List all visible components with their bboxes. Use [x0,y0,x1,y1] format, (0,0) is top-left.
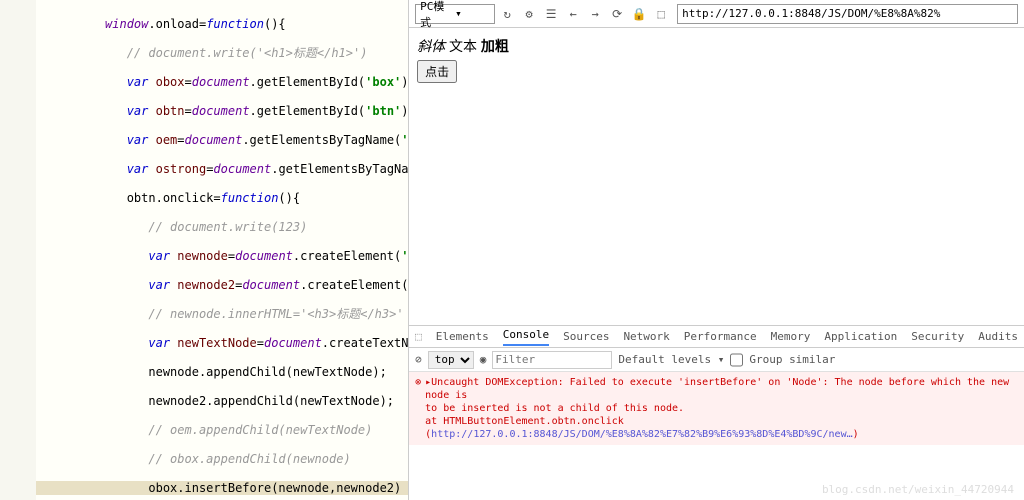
error-icon: ⊗ [415,376,421,441]
tab-audits[interactable]: Audits [978,330,1018,343]
tab-console[interactable]: Console [503,328,549,346]
strong-text: 加粗 [481,39,509,55]
click-button[interactable]: 点击 [417,60,457,83]
plain-text: 文本 [449,39,477,55]
gear-icon[interactable]: ⚙ [519,4,539,24]
tab-elements[interactable]: Elements [436,330,489,343]
em-text: 斜体 [417,39,445,55]
popout-icon[interactable]: ⬚ [651,4,671,24]
browser-toolbar: PC模式▾ ↻ ⚙ ☰ ← → ⟳ 🔒 ⬚ http://127.0.0.1:8… [409,0,1024,28]
back-icon[interactable]: ← [563,4,583,24]
console-error: ⊗ ▸Uncaught DOMException: Failed to exec… [409,372,1024,445]
url-bar[interactable]: http://127.0.0.1:8848/JS/DOM/%E8%8A%82% [677,4,1018,24]
watermark: blog.csdn.net/weixin_44720944 [822,483,1014,496]
chevron-down-icon: ▾ [455,7,490,20]
tab-security[interactable]: Security [911,330,964,343]
reload-icon[interactable]: ⟳ [607,4,627,24]
tab-network[interactable]: Network [623,330,669,343]
group-label: Group similar [749,353,835,366]
eye-icon[interactable]: ◉ [480,353,487,366]
tab-memory[interactable]: Memory [771,330,811,343]
forward-icon[interactable]: → [585,4,605,24]
line-gutter [0,0,36,500]
inspect-icon[interactable]: ⬚ [415,330,422,343]
group-checkbox[interactable] [730,351,743,369]
error-link[interactable]: http://127.0.0.1:8848/JS/DOM/%E8%8A%82%E… [431,429,852,440]
console-bar: ⊘ top ◉ Default levels ▾ Group similar [409,348,1024,372]
levels-select[interactable]: Default levels ▾ [618,353,724,366]
menu-icon[interactable]: ☰ [541,4,561,24]
devtools-tabs: ⬚ Elements Console Sources Network Perfo… [409,326,1024,348]
tab-performance[interactable]: Performance [684,330,757,343]
browser-panel: PC模式▾ ↻ ⚙ ☰ ← → ⟳ 🔒 ⬚ http://127.0.0.1:8… [409,0,1024,500]
refresh-icon[interactable]: ↻ [497,4,517,24]
code-content: window.onload=function(){ // document.wr… [0,0,408,500]
mode-select[interactable]: PC模式▾ [415,4,495,24]
context-select[interactable]: top [428,351,474,369]
lock-icon[interactable]: 🔒 [629,4,649,24]
code-editor[interactable]: window.onload=function(){ // document.wr… [0,0,409,500]
clear-icon[interactable]: ⊘ [415,353,422,366]
tab-sources[interactable]: Sources [563,330,609,343]
tab-application[interactable]: Application [824,330,897,343]
page-preview: 斜体 文本 加粗 点击 [409,28,1024,325]
filter-input[interactable] [492,351,612,369]
devtools: ⬚ Elements Console Sources Network Perfo… [409,325,1024,500]
